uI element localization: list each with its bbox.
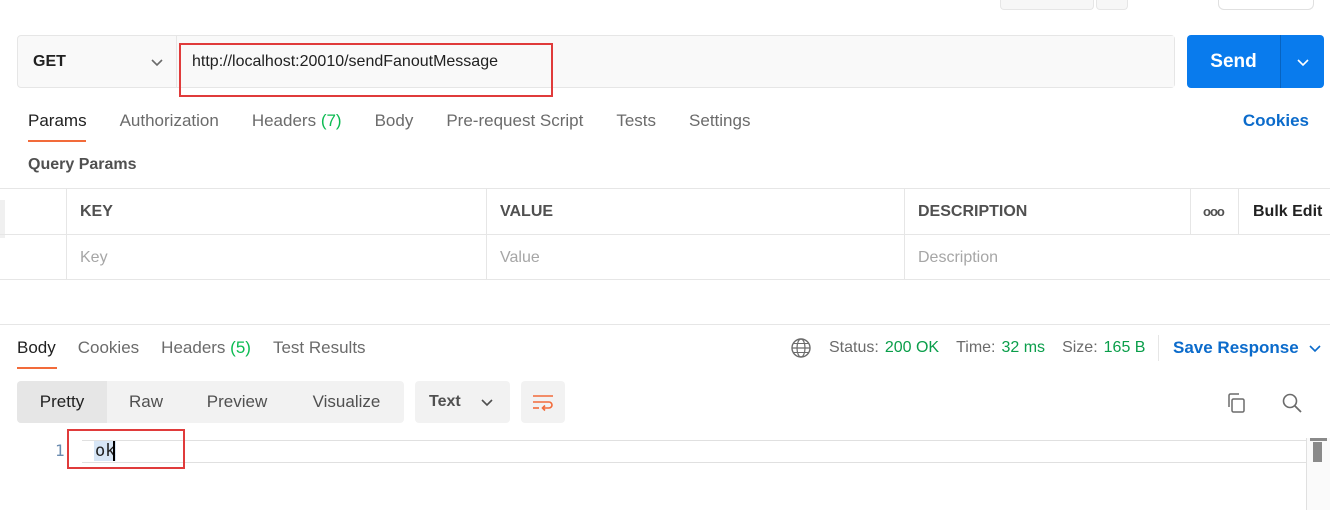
response-status-area: Status: 200 OK Time: 32 ms Size: 165 B: [790, 337, 1162, 359]
tab-headers-label: Headers: [251, 111, 317, 130]
wrap-lines-icon: [533, 395, 553, 412]
send-options-button[interactable]: [1280, 35, 1324, 88]
query-params-title: Query Params: [28, 156, 137, 173]
url-annotation-box: [179, 43, 553, 97]
response-tab-headers-label: Headers: [161, 338, 226, 357]
tab-tests[interactable]: Tests: [616, 111, 656, 133]
method-label: GET: [33, 52, 66, 70]
table-header-row: KEY VALUE DESCRIPTION ooo Bulk Edit: [0, 188, 1330, 234]
size-value[interactable]: 165 B: [1104, 339, 1146, 357]
response-tab-headers[interactable]: Headers (5): [161, 338, 251, 358]
chevron-down-icon: [481, 399, 493, 407]
tab-settings[interactable]: Settings: [689, 111, 750, 133]
response-annotation-box: [67, 429, 185, 469]
response-tabs: Body Cookies Headers (5) Test Results: [17, 338, 388, 358]
active-line-highlight: [82, 440, 1308, 463]
value-input[interactable]: Value: [486, 235, 904, 280]
view-pretty-button[interactable]: Pretty: [17, 381, 107, 423]
status-value[interactable]: 200 OK: [885, 339, 939, 357]
view-preview-button[interactable]: Preview: [185, 381, 289, 423]
method-select[interactable]: GET: [18, 36, 177, 87]
copy-icon[interactable]: [1224, 391, 1248, 415]
tab-headers[interactable]: Headers (7): [252, 111, 342, 133]
scrollbar-thumb[interactable]: [1313, 442, 1322, 462]
line-number: 1: [55, 441, 65, 460]
response-view-mode-group: Pretty Raw Preview Visualize: [17, 381, 404, 423]
chevron-down-icon: [1296, 58, 1309, 66]
globe-icon[interactable]: [790, 337, 812, 359]
search-icon[interactable]: [1280, 391, 1304, 415]
time-value[interactable]: 32 ms: [1001, 339, 1045, 357]
send-button-group: Send: [1187, 35, 1324, 88]
time-label: Time:: [956, 339, 996, 356]
wrap-lines-button[interactable]: [521, 381, 565, 423]
query-params-table: KEY VALUE DESCRIPTION ooo Bulk Edit Key …: [0, 188, 1330, 280]
toolbar-button[interactable]: [1000, 0, 1094, 10]
request-tabs: Params Authorization Headers (7) Body Pr…: [28, 111, 783, 145]
tab-headers-count: (7): [320, 111, 342, 130]
save-response-button[interactable]: Save Response: [1173, 338, 1322, 358]
toolbar-button[interactable]: [1218, 0, 1314, 10]
description-input[interactable]: Description: [904, 235, 1330, 280]
response-tab-headers-count: (5): [230, 338, 251, 357]
chevron-down-icon: [151, 58, 163, 66]
tab-prerequest-script[interactable]: Pre-request Script: [446, 111, 583, 133]
active-tab-indicator: [28, 140, 86, 142]
key-input[interactable]: Key: [66, 235, 486, 280]
scrollbar-top-cap: [1310, 438, 1327, 441]
column-header-description: DESCRIPTION: [904, 189, 1190, 234]
chevron-down-icon: [1309, 345, 1321, 353]
column-header-key: KEY: [66, 189, 486, 234]
table-row: Key Value Description: [0, 234, 1330, 280]
view-visualize-button[interactable]: Visualize: [289, 381, 404, 423]
top-toolbar-strip: [0, 0, 1330, 12]
tab-params[interactable]: Params: [28, 111, 87, 133]
cookies-link[interactable]: Cookies: [1243, 111, 1309, 131]
send-button[interactable]: Send: [1187, 35, 1280, 88]
response-tab-test-results[interactable]: Test Results: [273, 338, 366, 358]
response-tab-body[interactable]: Body: [17, 338, 56, 358]
toolbar-button[interactable]: [1096, 0, 1128, 10]
active-response-tab-indicator: [17, 367, 57, 369]
response-divider[interactable]: [0, 324, 1330, 325]
status-separator: [1158, 335, 1159, 361]
view-raw-button[interactable]: Raw: [107, 381, 185, 423]
response-body-editor[interactable]: 1 ok: [0, 438, 1330, 510]
response-format-select[interactable]: Text: [415, 381, 510, 423]
save-response-label: Save Response: [1173, 338, 1299, 357]
size-label: Size:: [1062, 339, 1098, 356]
tab-body[interactable]: Body: [375, 111, 414, 133]
response-format-label: Text: [429, 393, 461, 410]
more-options-button[interactable]: ooo: [1190, 189, 1238, 234]
response-tab-cookies[interactable]: Cookies: [78, 338, 139, 358]
bulk-edit-button[interactable]: Bulk Edit: [1238, 189, 1330, 234]
column-header-value: VALUE: [486, 189, 904, 234]
status-label: Status:: [829, 339, 879, 356]
tab-authorization[interactable]: Authorization: [120, 111, 219, 133]
